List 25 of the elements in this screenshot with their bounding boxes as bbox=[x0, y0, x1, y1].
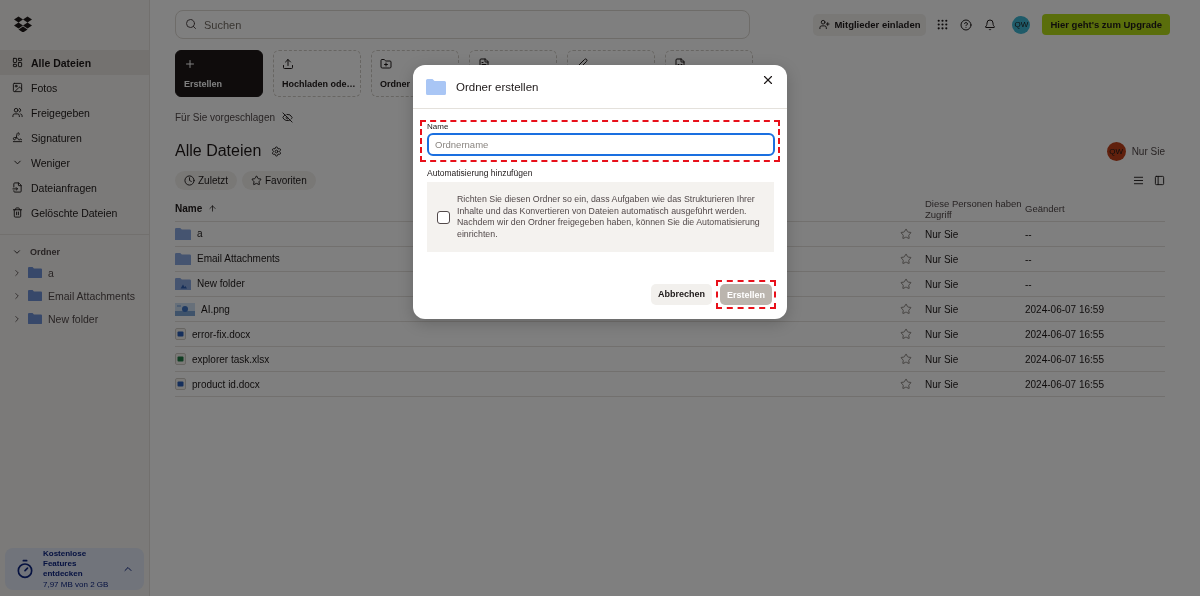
section-heading: Ordner bbox=[30, 247, 60, 257]
table-cell-text: -- bbox=[1025, 228, 1033, 240]
table-cell-text: -- bbox=[1025, 253, 1033, 265]
page-title: Alle Dateien bbox=[175, 142, 262, 160]
sharing-label: Nur Sie bbox=[1131, 145, 1165, 157]
table-cell-text: Nur Sie bbox=[925, 228, 960, 240]
dialog-title: Ordner erstellen bbox=[456, 80, 539, 93]
table-cell-text: Nur Sie bbox=[925, 353, 960, 365]
table-cell-text: Nur Sie bbox=[925, 378, 960, 390]
table-cell-text: 2024-06-07 16:55 bbox=[1025, 353, 1105, 365]
user-avatar: QW bbox=[1106, 141, 1126, 161]
storage-usage: 7,97 MB von 2 GB bbox=[43, 580, 110, 589]
table-cell-text: Nur Sie bbox=[925, 253, 960, 265]
promo-title: Kostenlose Features entdecken bbox=[43, 549, 88, 579]
section-heading: Für Sie vorgeschlagen bbox=[175, 112, 276, 123]
table-cell-text: -- bbox=[1025, 278, 1033, 290]
table-cell-text: 2024-06-07 16:55 bbox=[1025, 378, 1105, 390]
table-cell-text: Nur Sie bbox=[925, 303, 960, 315]
table-cell-text: Nur Sie bbox=[925, 328, 960, 340]
field-label: Name bbox=[427, 122, 450, 131]
automation-description: Richten Sie diesen Ordner so ein, dass Aufgaben wie das Strukturieren Ihrer Inhalte und das Konvertieren von Dateien automatisch ausgeführt werden. Nachdem wir den Ordner freigegeben haben, können Sie die Automatisierung einrichten. bbox=[457, 194, 761, 240]
table-cell-text: Nur Sie bbox=[925, 278, 960, 290]
section-label: Automatisierung hinzufügen bbox=[427, 168, 534, 178]
table-cell-text: 2024-06-07 16:59 bbox=[1025, 303, 1105, 315]
table-cell-text: 2024-06-07 16:55 bbox=[1025, 328, 1105, 340]
